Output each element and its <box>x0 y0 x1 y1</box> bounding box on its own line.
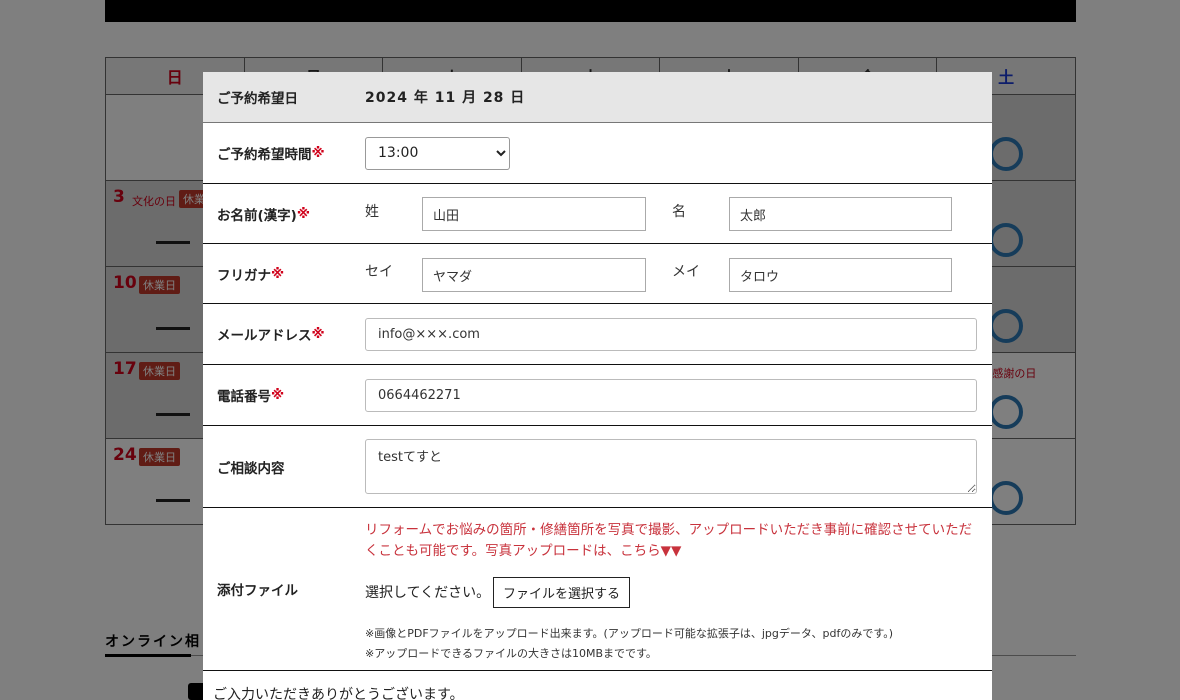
time-select[interactable]: 13:00 <box>365 136 510 170</box>
consult-textarea[interactable]: testてすと <box>365 439 977 494</box>
tel-row: 電話番号 ※ <box>203 365 992 426</box>
first-name-label: 名 <box>672 204 686 220</box>
tel-input[interactable] <box>365 378 977 412</box>
tel-label: 電話番号 <box>217 389 271 405</box>
file-type-note: ※画像とPDFファイルをアップロード出来ます。(アップロード可能な拡張子は、jp… <box>365 627 894 640</box>
file-row: 添付ファイル リフォームでお悩みの箇所・修繕箇所を写真で撮影、アップロードいただ… <box>203 508 992 671</box>
kana-row: フリガナ※ セイ メイ <box>203 244 992 304</box>
email-row: メールアドレス ※ <box>203 304 992 365</box>
name-label: お名前(漢字) <box>217 207 297 224</box>
required-mark: ※ <box>311 145 325 161</box>
reservation-modal: ご予約希望日 2024 年 11 月 28 日 ご予約希望時間 ※ 13:00 お… <box>203 72 992 700</box>
last-name-label: 姓 <box>365 204 379 220</box>
email-input[interactable] <box>365 317 977 351</box>
file-select-prompt: 選択してください。 <box>365 585 491 601</box>
required-mark: ※ <box>271 265 285 282</box>
date-value: 2024 年 11 月 28 日 <box>365 90 526 106</box>
time-label: ご予約希望時間 <box>217 147 312 163</box>
first-kana-input[interactable] <box>729 258 952 292</box>
time-row: ご予約希望時間 ※ 13:00 <box>203 123 992 184</box>
required-mark: ※ <box>311 326 325 342</box>
file-size-note: ※アップロードできるファイルの大きさは10MBまでです。 <box>365 647 657 660</box>
thanks-message: ご入力いただきありがとうございます。 <box>213 687 464 700</box>
last-kana-input[interactable] <box>422 258 646 292</box>
kana-label: フリガナ <box>217 267 271 284</box>
file-upload-note: リフォームでお悩みの箇所・修繕箇所を写真で撮影、アップロードいただき事前に確認さ… <box>365 522 973 559</box>
required-mark: ※ <box>296 205 310 222</box>
first-kana-label: メイ <box>672 264 700 280</box>
consult-label: ご相談内容 <box>217 460 285 477</box>
required-mark: ※ <box>271 387 285 403</box>
file-label: 添付ファイル <box>217 583 298 599</box>
consult-row: ご相談内容 testてすと <box>203 426 992 508</box>
email-label: メールアドレス <box>217 328 312 344</box>
first-name-input[interactable] <box>729 197 952 231</box>
name-row: お名前(漢字)※ 姓 名 <box>203 184 992 244</box>
date-label: ご予約希望日 <box>217 91 298 107</box>
last-kana-label: セイ <box>365 264 393 280</box>
choose-file-button[interactable]: ファイルを選択する <box>493 577 631 608</box>
date-row: ご予約希望日 2024 年 11 月 28 日 <box>203 72 992 123</box>
last-name-input[interactable] <box>422 197 646 231</box>
